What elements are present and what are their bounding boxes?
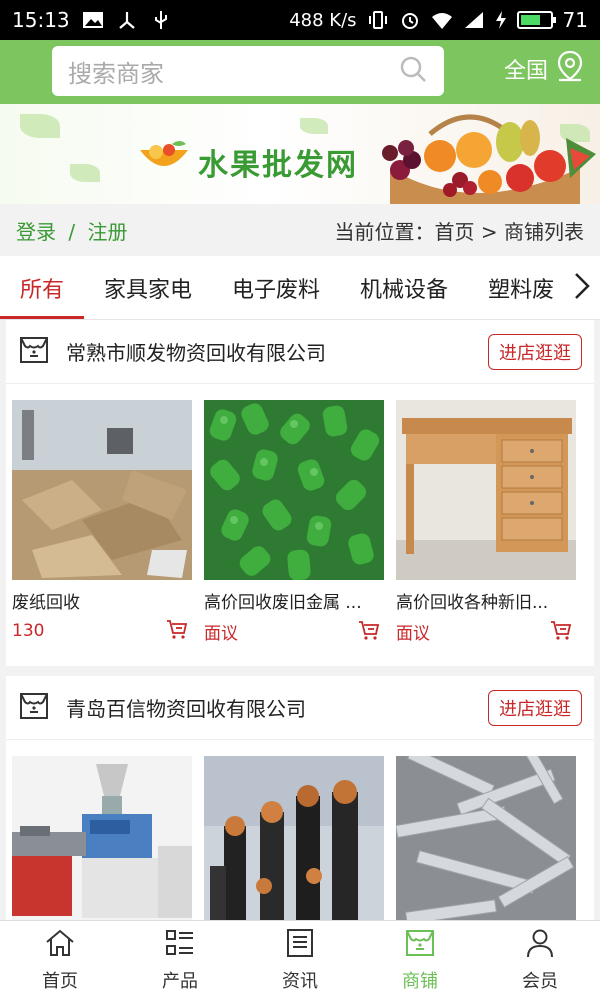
leaf-decoration — [20, 114, 60, 138]
tab-all[interactable]: 所有 — [0, 256, 85, 319]
status-time: 15:13 — [12, 8, 70, 32]
status-bar: 15:13 488 K/s 71 — [0, 0, 600, 40]
product-image-waste-paper[interactable] — [12, 400, 192, 580]
image-icon — [82, 10, 104, 30]
auth-links: 登录 / 注册 — [16, 216, 127, 245]
store-header: 青岛百信物资回收有限公司 进店逛逛 — [6, 676, 594, 740]
wifi-icon — [431, 10, 453, 30]
nav-member-label: 会员 — [522, 971, 558, 992]
cart-icon[interactable] — [550, 620, 572, 644]
product-price: 面议 — [396, 624, 430, 644]
battery-percent: 71 — [562, 8, 588, 32]
product-card[interactable]: 高价回收废旧金属 ... 面议 — [204, 400, 384, 644]
fruit-bowl-logo-icon — [136, 138, 192, 182]
search-box[interactable]: 搜索商家 — [52, 46, 444, 96]
product-name[interactable]: 废纸回收 — [12, 588, 192, 613]
nav-stores-label: 商铺 — [402, 971, 438, 992]
product-price: 面议 — [204, 624, 238, 644]
location-pin-icon — [556, 50, 584, 88]
store-header: 常熟市顺发物资回收有限公司 进店逛逛 — [6, 320, 594, 384]
network-speed: 488 K/s — [289, 9, 357, 31]
product-meta: 130 — [12, 619, 192, 643]
nav-member[interactable]: 会员 — [480, 921, 600, 1000]
region-selector[interactable]: 全国 — [504, 50, 584, 88]
product-card[interactable] — [204, 756, 384, 920]
nav-home[interactable]: 首页 — [0, 921, 120, 1000]
product-card[interactable] — [12, 756, 192, 920]
battery-icon — [516, 11, 556, 29]
product-image-aluminum-scrap[interactable] — [396, 756, 576, 920]
breadcrumb: 当前位置：首页 > 商铺列表 — [334, 219, 584, 244]
app-header: 搜索商家 全国 — [0, 40, 600, 104]
visit-store-button[interactable]: 进店逛逛 — [488, 689, 582, 726]
product-image-extruder-machine[interactable] — [12, 756, 192, 920]
news-icon — [284, 928, 316, 963]
nav-home-label: 首页 — [42, 971, 78, 992]
banner-title: 水果批发网 — [198, 148, 358, 183]
nav-news-label: 资讯 — [282, 971, 318, 992]
product-row: 废纸回收 130 高价回收废旧金属 ... 面议 高价回收各种新旧... 面议 — [6, 384, 594, 644]
login-link[interactable]: 登录 — [16, 220, 56, 244]
store-icon — [18, 690, 50, 726]
cart-icon[interactable] — [358, 620, 380, 644]
store-list: 常熟市顺发物资回收有限公司 进店逛逛 废纸回收 130 高价回收废旧金属 ...… — [0, 320, 600, 920]
store-card: 青岛百信物资回收有限公司 进店逛逛 — [6, 676, 594, 920]
nav-products-label: 产品 — [162, 971, 198, 992]
home-icon — [44, 928, 76, 963]
share-icon — [116, 10, 138, 30]
product-image-desk[interactable] — [396, 400, 576, 580]
auth-separator: / — [68, 219, 76, 244]
store-icon — [18, 334, 50, 370]
store-icon — [404, 928, 436, 963]
category-tabs: 所有 家具家电 电子废料 机械设备 塑料废 — [0, 256, 600, 320]
nav-stores[interactable]: 商铺 — [360, 921, 480, 1000]
nav-news[interactable]: 资讯 — [240, 921, 360, 1000]
fruit-basket-image — [370, 108, 600, 204]
banner[interactable]: 水果批发网 — [0, 104, 600, 204]
chevron-right-icon — [573, 271, 591, 305]
product-name[interactable]: 高价回收各种新旧... — [396, 588, 576, 613]
leaf-decoration — [300, 118, 328, 134]
nav-products[interactable]: 产品 — [120, 921, 240, 1000]
info-bar: 登录 / 注册 当前位置：首页 > 商铺列表 — [0, 204, 600, 256]
vibrate-icon — [367, 10, 389, 30]
user-icon — [524, 928, 556, 963]
cart-icon[interactable] — [166, 619, 188, 643]
tab-electronic-waste[interactable]: 电子废料 — [212, 256, 340, 319]
product-card[interactable]: 废纸回收 130 — [12, 400, 192, 644]
bottom-nav: 首页 产品 资讯 商铺 会员 — [0, 920, 600, 1000]
product-meta: 面议 — [204, 619, 384, 644]
product-image-plastic-pellets[interactable] — [204, 400, 384, 580]
search-icon[interactable] — [398, 54, 428, 88]
tab-plastic-waste[interactable]: 塑料废 — [468, 256, 574, 319]
product-meta: 面议 — [396, 619, 576, 644]
store-name[interactable]: 常熟市顺发物资回收有限公司 — [66, 337, 326, 366]
product-price: 130 — [12, 621, 45, 641]
charging-icon — [495, 10, 507, 30]
tabs-scroll-right-button[interactable] — [564, 256, 600, 319]
product-name[interactable]: 高价回收废旧金属 ... — [204, 588, 384, 613]
leaf-decoration — [70, 164, 100, 182]
store-name[interactable]: 青岛百信物资回收有限公司 — [66, 693, 306, 722]
register-link[interactable]: 注册 — [87, 220, 127, 244]
search-input[interactable]: 搜索商家 — [68, 54, 398, 89]
tab-machinery[interactable]: 机械设备 — [340, 256, 468, 319]
tab-furniture-appliances[interactable]: 家具家电 — [84, 256, 212, 319]
grid-list-icon — [164, 928, 196, 963]
product-image-cables[interactable] — [204, 756, 384, 920]
store-card: 常熟市顺发物资回收有限公司 进店逛逛 废纸回收 130 高价回收废旧金属 ...… — [6, 320, 594, 666]
signal-icon — [463, 10, 485, 30]
product-row — [6, 740, 594, 920]
region-label: 全国 — [503, 59, 548, 84]
product-card[interactable]: 高价回收各种新旧... 面议 — [396, 400, 576, 644]
alarm-icon — [399, 10, 421, 30]
product-card[interactable] — [396, 756, 576, 920]
usb-icon — [150, 10, 172, 30]
visit-store-button[interactable]: 进店逛逛 — [488, 333, 582, 370]
